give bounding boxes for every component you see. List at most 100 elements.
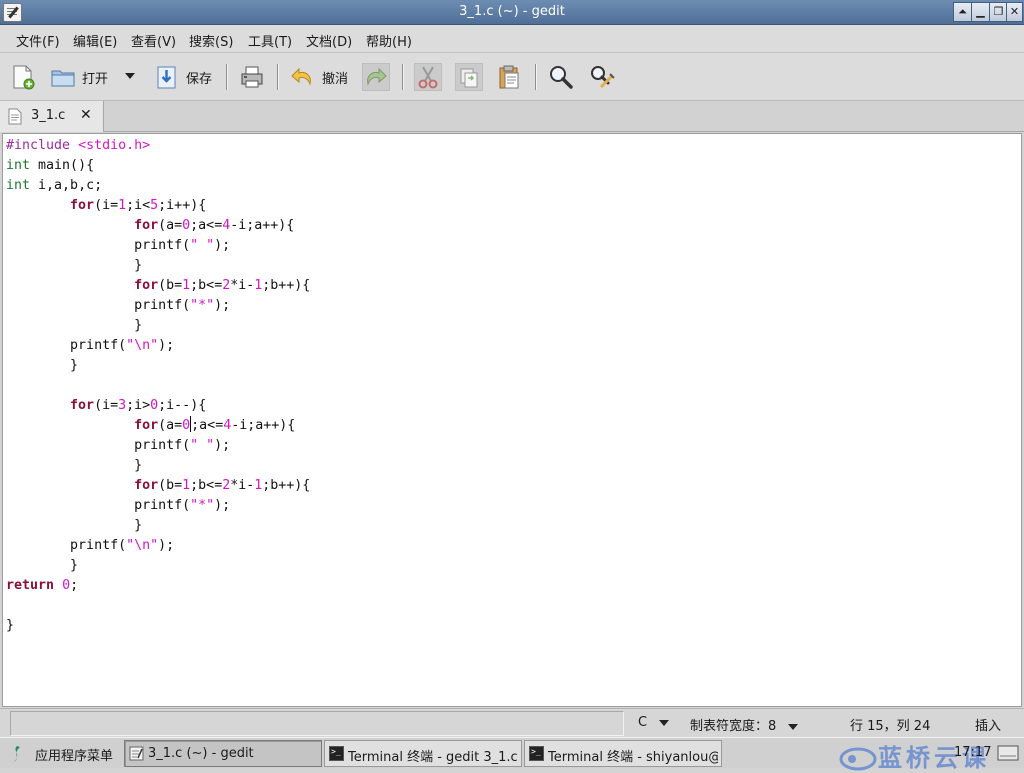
language-selector[interactable]: C bbox=[638, 715, 670, 730]
text-cursor bbox=[190, 416, 192, 432]
code-line: } bbox=[6, 358, 79, 373]
terminal-icon bbox=[529, 746, 544, 761]
paste-button[interactable] bbox=[496, 63, 524, 91]
code-line: } bbox=[6, 318, 143, 333]
insert-mode: 插入 bbox=[975, 719, 1002, 734]
toolbar-separator bbox=[535, 64, 537, 90]
code-line: #include <stdio.h> bbox=[6, 138, 151, 153]
find-button[interactable] bbox=[547, 63, 575, 91]
redo-button[interactable] bbox=[362, 63, 390, 91]
document-tab-bar: 3_1.c ✕ bbox=[0, 101, 1024, 132]
redo-arrow-icon bbox=[367, 67, 387, 86]
code-line: printf("*"); bbox=[6, 298, 231, 313]
find-replace-icon bbox=[591, 66, 615, 89]
toolbar: 打开 保存 撤消 bbox=[0, 53, 1024, 101]
code-line: for(i=1;i<5;i++){ bbox=[70, 198, 207, 213]
open-label: 打开 bbox=[82, 72, 109, 87]
tab-label: 3_1.c bbox=[31, 108, 66, 123]
new-document-icon bbox=[13, 65, 35, 90]
undo-button[interactable]: 撤消 bbox=[290, 63, 352, 91]
window-title: 3_1.c (~) - gedit bbox=[459, 4, 565, 19]
code-content[interactable]: #include <stdio.h> int main(){ int i,a,b,c… bbox=[6, 136, 310, 636]
minimize-button[interactable]: ▁ bbox=[971, 2, 990, 22]
code-line: for(a=0;a<=4-i;a++){ bbox=[134, 416, 296, 433]
open-recent-dropdown-icon[interactable] bbox=[124, 72, 136, 80]
title-bar: 3_1.c (~) - gedit ⏶ ▁ ❐ ✕ bbox=[0, 0, 1024, 25]
code-line: } bbox=[6, 458, 143, 473]
folder-icon bbox=[51, 70, 75, 87]
code-line: printf(" "); bbox=[6, 238, 231, 253]
undo-arrow-icon bbox=[291, 67, 311, 86]
taskbar-item-label: Terminal 终端 - shiyanlou@f… bbox=[548, 750, 718, 765]
taskbar-item-terminal-1[interactable]: Terminal 终端 - gedit 3_1.c bbox=[324, 740, 522, 767]
close-tab-icon[interactable]: ✕ bbox=[80, 107, 92, 123]
code-line: printf("*"); bbox=[6, 498, 231, 513]
show-desktop-icon[interactable] bbox=[997, 745, 1019, 761]
open-button[interactable]: 打开 bbox=[50, 63, 112, 91]
code-line: printf(" "); bbox=[6, 438, 231, 453]
printer-icon bbox=[241, 66, 263, 88]
code-line: for(i=3;i>0;i--){ bbox=[70, 398, 207, 413]
menu-tools[interactable]: 工具(T) bbox=[248, 31, 292, 50]
menu-documents[interactable]: 文档(D) bbox=[306, 31, 352, 50]
clock: 17:17 bbox=[954, 745, 992, 760]
language-label: C bbox=[638, 715, 648, 730]
taskbar-item-gedit[interactable]: 3_1.c (~) - gedit bbox=[124, 740, 322, 767]
new-document-button[interactable] bbox=[10, 63, 38, 91]
taskbar: 应用程序菜单 3_1.c (~) - gedit Terminal 终端 - g… bbox=[0, 737, 1024, 772]
toolbar-separator bbox=[226, 64, 228, 90]
code-line: } bbox=[6, 258, 143, 273]
chevron-down-icon bbox=[659, 720, 670, 726]
text-editor[interactable]: #include <stdio.h> int main(){ int i,a,b,c… bbox=[2, 133, 1022, 707]
tab-width-selector[interactable]: 制表符宽度：8 bbox=[690, 715, 799, 734]
save-label: 保存 bbox=[186, 72, 213, 87]
menu-file[interactable]: 文件(F) bbox=[16, 31, 60, 50]
chevron-down-icon bbox=[788, 724, 799, 730]
code-line: printf("\n"); bbox=[6, 538, 175, 553]
copy-icon bbox=[460, 68, 478, 88]
code-line: return 0; bbox=[6, 578, 79, 593]
taskbar-item-label: 3_1.c (~) - gedit bbox=[148, 746, 254, 761]
code-line: for(a=0;a<=4-i;a++){ bbox=[134, 218, 295, 233]
tab-width-label: 制表符宽度：8 bbox=[690, 719, 777, 734]
taskbar-item-terminal-2[interactable]: Terminal 终端 - shiyanlou@f… bbox=[524, 740, 722, 767]
taskbar-item-label: Terminal 终端 - gedit 3_1.c bbox=[348, 750, 518, 765]
find-replace-button[interactable] bbox=[588, 63, 616, 91]
app-menu-icon bbox=[14, 746, 20, 762]
applications-menu-button[interactable]: 应用程序菜单 bbox=[6, 740, 118, 767]
status-message-area bbox=[10, 711, 624, 736]
undo-label: 撤消 bbox=[322, 72, 349, 87]
cut-button[interactable] bbox=[414, 63, 442, 91]
code-line: for(b=1;b<=2*i-1;b++){ bbox=[134, 278, 311, 293]
code-line: int main(){ bbox=[6, 158, 95, 173]
toolbar-separator bbox=[277, 64, 279, 90]
menu-bar: 文件(F) 编辑(E) 查看(V) 搜索(S) 工具(T) 文档(D) 帮助(H… bbox=[0, 25, 1024, 53]
scissors-icon bbox=[418, 66, 438, 89]
cursor-position: 行 15，列 24 bbox=[850, 719, 931, 734]
print-button[interactable] bbox=[238, 63, 266, 91]
toolbar-separator bbox=[402, 64, 404, 90]
terminal-icon bbox=[329, 746, 344, 761]
menu-view[interactable]: 查看(V) bbox=[131, 31, 176, 50]
code-line: } bbox=[6, 618, 15, 633]
menu-help[interactable]: 帮助(H) bbox=[366, 31, 412, 50]
code-line: int i,a,b,c; bbox=[6, 178, 103, 193]
code-line: printf("\n"); bbox=[6, 338, 175, 353]
status-bar: C 制表符宽度：8 行 15，列 24 插入 bbox=[0, 708, 1024, 737]
close-window-button[interactable]: ✕ bbox=[1006, 2, 1023, 22]
save-button[interactable]: 保存 bbox=[154, 63, 216, 91]
menu-search[interactable]: 搜索(S) bbox=[189, 31, 233, 50]
text-file-icon bbox=[8, 108, 22, 125]
save-icon bbox=[157, 66, 176, 89]
copy-button[interactable] bbox=[455, 63, 483, 91]
code-line: } bbox=[6, 518, 143, 533]
shade-window-button[interactable]: ⏶ bbox=[953, 2, 972, 22]
tab-3-1-c[interactable]: 3_1.c ✕ bbox=[0, 101, 104, 132]
search-icon bbox=[550, 66, 573, 89]
applications-menu-label: 应用程序菜单 bbox=[35, 749, 114, 764]
menu-edit[interactable]: 编辑(E) bbox=[73, 31, 117, 50]
code-line: for(b=1;b<=2*i-1;b++){ bbox=[134, 478, 311, 493]
code-line: } bbox=[6, 558, 79, 573]
